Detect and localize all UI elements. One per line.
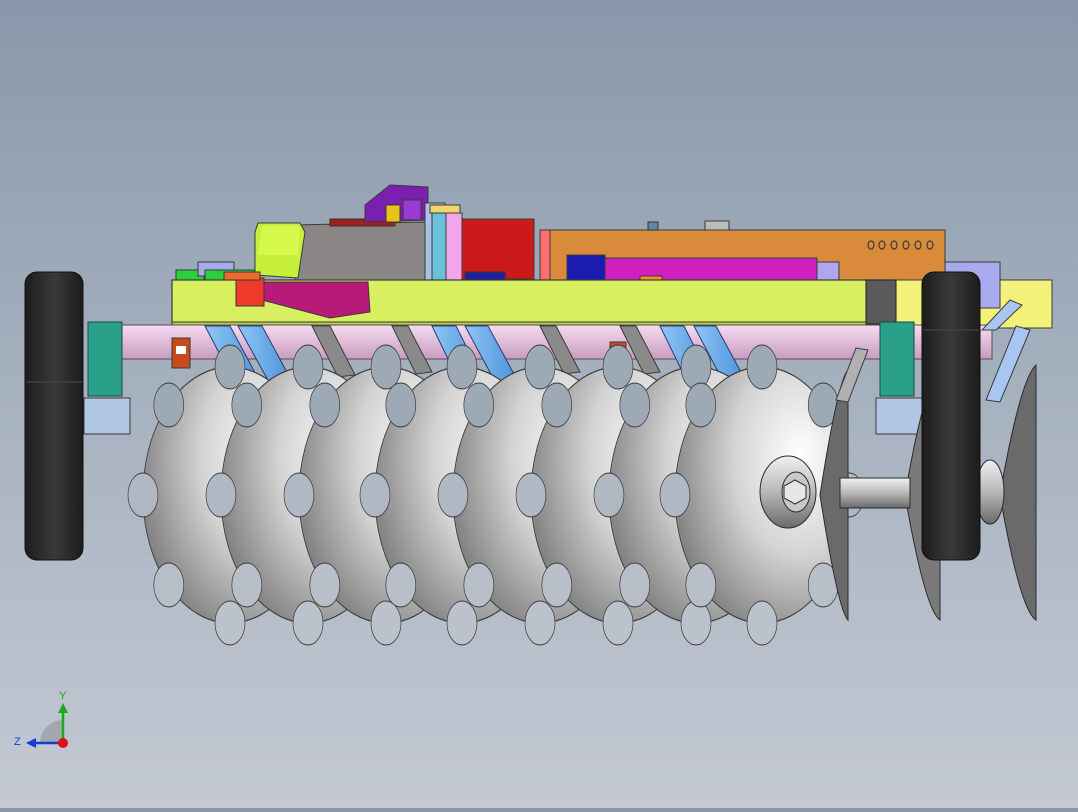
disc-hub[interactable] bbox=[759, 455, 817, 529]
blue-block[interactable] bbox=[566, 254, 606, 283]
coordinate-triad: Y Z bbox=[10, 685, 80, 755]
assembly-render bbox=[24, 184, 1053, 646]
red-gearbox[interactable] bbox=[461, 218, 535, 280]
left-wheel[interactable] bbox=[24, 271, 84, 561]
disc-gang[interactable] bbox=[127, 344, 865, 646]
gang-shaft[interactable] bbox=[839, 477, 911, 509]
left-wheel-hub[interactable] bbox=[87, 321, 123, 397]
right-wheel[interactable] bbox=[921, 271, 981, 561]
right-wheel-hub[interactable] bbox=[879, 321, 915, 397]
purple-bracket[interactable] bbox=[364, 184, 429, 223]
y-axis-label: Y bbox=[59, 690, 67, 702]
z-axis-label: Z bbox=[14, 736, 21, 748]
cad-viewport[interactable] bbox=[0, 0, 1078, 808]
magenta-panel[interactable] bbox=[604, 257, 818, 283]
axis-triad-graphic: Y Z bbox=[14, 690, 68, 748]
gray-housing[interactable] bbox=[294, 221, 429, 283]
